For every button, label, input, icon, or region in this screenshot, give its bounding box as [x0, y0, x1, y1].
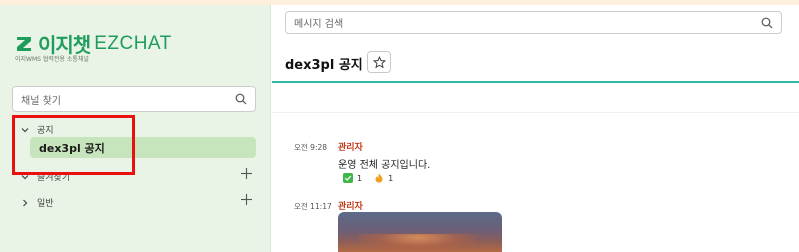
add-general-plus-icon[interactable]: [240, 193, 253, 206]
message-image-attachment[interactable]: [338, 212, 502, 252]
channel-title: dex3pl 공지: [285, 58, 363, 73]
brand-tagline: 이지WMS 협력전용 소통채널: [15, 56, 89, 63]
star-icon: [372, 55, 386, 68]
group-general-toggle[interactable]: 일반: [20, 196, 54, 209]
reaction-count: 1: [357, 173, 363, 183]
check-icon: [343, 173, 353, 183]
main-panel: 메시지 검색 dex3pl 공지 오전 9:28 관리자 운영 전체 공지입니다…: [272, 5, 799, 252]
reaction-fire[interactable]: 1: [374, 173, 393, 183]
channel-search-placeholder: 채널 찾기: [21, 95, 61, 107]
logo-english-text: EZCHAT: [94, 32, 172, 54]
message-search-placeholder: 메시지 검색: [294, 19, 344, 30]
group-general-label: 일반: [37, 199, 54, 209]
favorite-star-button[interactable]: [367, 51, 391, 73]
message-text: 운영 전체 공지입니다.: [338, 160, 431, 171]
message-author[interactable]: 관리자: [338, 199, 363, 212]
annotation-highlight-box: [12, 115, 135, 175]
message-time: 오전 11:17: [294, 202, 332, 211]
search-icon[interactable]: [235, 93, 247, 105]
logo-mark-icon: [17, 36, 31, 51]
content-divider: [272, 112, 799, 113]
sidebar: 이지챗 EZCHAT 이지WMS 협력전용 소통채널 채널 찾기 공지 dex3…: [0, 5, 271, 252]
chevron-right-icon: [23, 199, 28, 206]
message-author[interactable]: 관리자: [338, 140, 363, 153]
message-search-input[interactable]: 메시지 검색: [285, 11, 782, 34]
fire-icon: [375, 173, 383, 183]
reaction-check[interactable]: 1: [343, 173, 362, 183]
image-content: [358, 234, 478, 252]
message-time: 오전 9:28: [294, 143, 328, 152]
search-icon[interactable]: [761, 17, 773, 29]
message-reactions: 1 1: [343, 173, 405, 183]
channel-search-input[interactable]: 채널 찾기: [12, 86, 256, 112]
reaction-count: 1: [388, 173, 394, 183]
header-divider: [272, 81, 799, 83]
add-favorite-plus-icon[interactable]: [240, 167, 253, 180]
